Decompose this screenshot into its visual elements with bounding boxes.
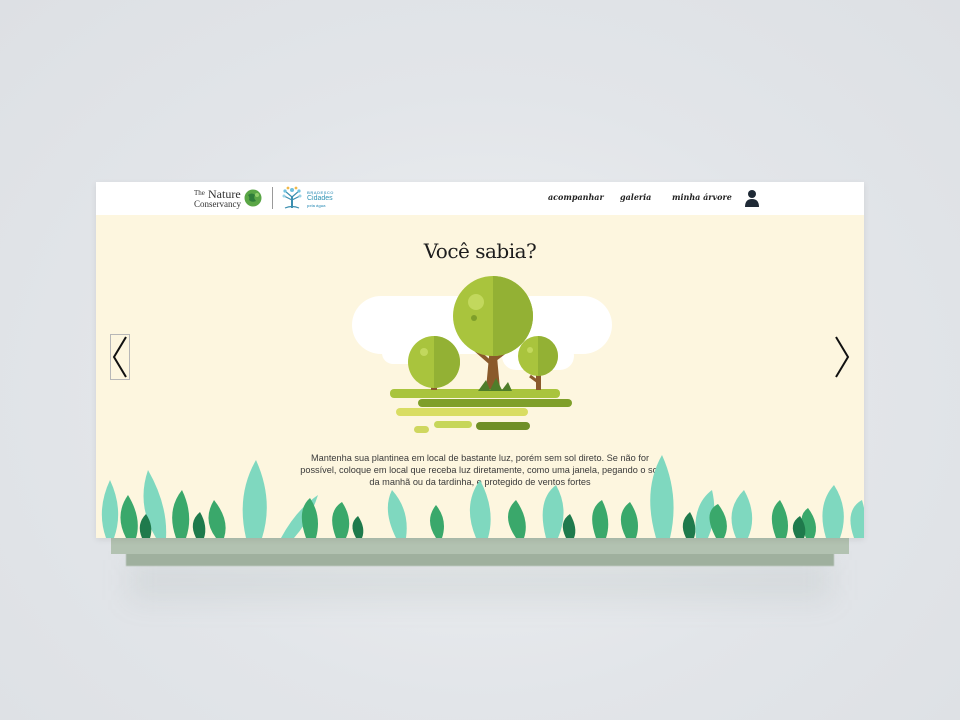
partner-logo-line3: pela água — [307, 203, 326, 208]
chevron-right-icon[interactable] — [833, 335, 851, 379]
tnc-logo-conservancy: Conservancy — [194, 199, 241, 209]
tree-icon — [282, 186, 302, 209]
card-stack-middle — [111, 538, 849, 554]
navbar: The Nature Conservancy BRADESCO Cidades … — [96, 182, 864, 215]
nav-link-minha-arvore[interactable]: minha árvore — [672, 192, 732, 202]
logo-divider — [272, 187, 273, 209]
tnc-logo-the: The — [194, 189, 205, 197]
chevron-left-icon[interactable] — [110, 334, 130, 380]
partner-logo[interactable]: BRADESCO Cidades pela água — [280, 185, 340, 211]
trees-illustration — [352, 276, 612, 433]
foliage-decoration — [101, 455, 864, 538]
user-icon[interactable] — [744, 189, 760, 208]
nav-link-galeria[interactable]: galeria — [620, 192, 651, 202]
nav-link-acompanhar[interactable]: acompanhar — [548, 192, 604, 202]
globe-icon — [244, 189, 262, 207]
partner-logo-line2: Cidades — [307, 195, 333, 202]
card-shadow — [130, 560, 830, 600]
tnc-logo[interactable]: The Nature Conservancy — [194, 187, 264, 210]
mockup-card: The Nature Conservancy BRADESCO Cidades … — [96, 182, 864, 538]
slide-title: Você sabia? — [423, 239, 537, 263]
